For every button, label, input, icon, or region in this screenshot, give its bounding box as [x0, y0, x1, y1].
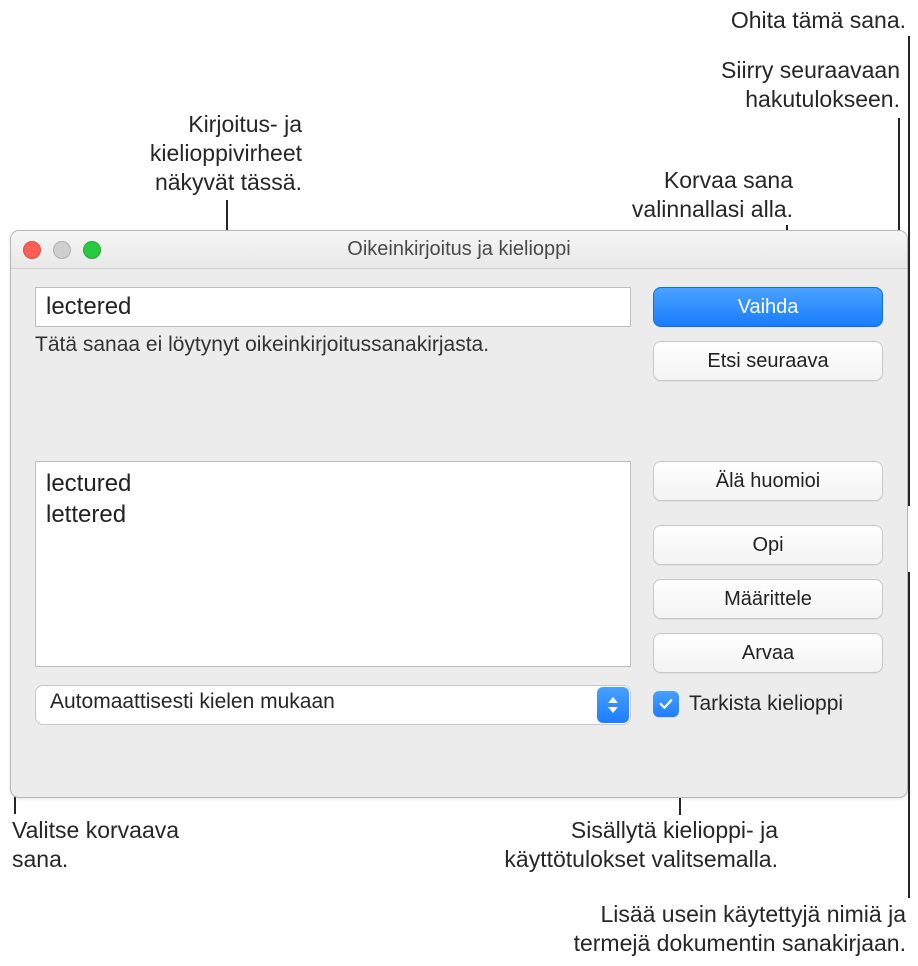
ignore-button[interactable]: Älä huomioi — [653, 461, 883, 501]
misspelled-word-input[interactable] — [35, 287, 631, 327]
callout-add-terms: Lisää usein käytettyjä nimiä ja termejä … — [574, 900, 906, 958]
callout-errors-here: Kirjoitus- ja kielioppivirheet näkyvät t… — [150, 110, 302, 196]
suggestion-item[interactable]: lectured — [46, 468, 620, 499]
callout-ignore: Ohita tämä sana. — [731, 6, 906, 35]
checkmark-icon — [657, 695, 675, 713]
spelling-grammar-dialog: Oikeinkirjoitus ja kielioppi Tätä sanaa … — [10, 230, 908, 798]
window-title: Oikeinkirjoitus ja kielioppi — [11, 238, 907, 261]
define-button[interactable]: Määrittele — [653, 579, 883, 619]
leader-line — [908, 36, 910, 506]
callout-find-next: Siirry seuraavaan hakutulokseen. — [721, 56, 900, 114]
callout-include-grammar: Sisällytä kielioppi- ja käyttötulokset v… — [504, 816, 778, 874]
titlebar: Oikeinkirjoitus ja kielioppi — [11, 231, 907, 269]
change-button[interactable]: Vaihda — [653, 287, 883, 327]
callout-replace: Korvaa sana valinnallasi alla. — [632, 166, 793, 224]
callout-choose-replacement: Valitse korvaava sana. — [12, 816, 179, 874]
dialog-content: Tätä sanaa ei löytynyt oikeinkirjoitussa… — [11, 269, 907, 797]
language-select[interactable]: Automaattisesti kielen mukaan — [35, 685, 631, 725]
learn-button[interactable]: Opi — [653, 525, 883, 565]
guess-button[interactable]: Arvaa — [653, 633, 883, 673]
not-found-message: Tätä sanaa ei löytynyt oikeinkirjoitussa… — [35, 333, 631, 357]
check-grammar-checkbox[interactable] — [653, 691, 679, 717]
suggestion-item[interactable]: lettered — [46, 499, 620, 530]
check-grammar-label: Tarkista kielioppi — [689, 692, 843, 716]
suggestions-list[interactable]: lectured lettered — [35, 461, 631, 667]
find-next-button[interactable]: Etsi seuraava — [653, 341, 883, 381]
leader-line — [908, 572, 910, 898]
